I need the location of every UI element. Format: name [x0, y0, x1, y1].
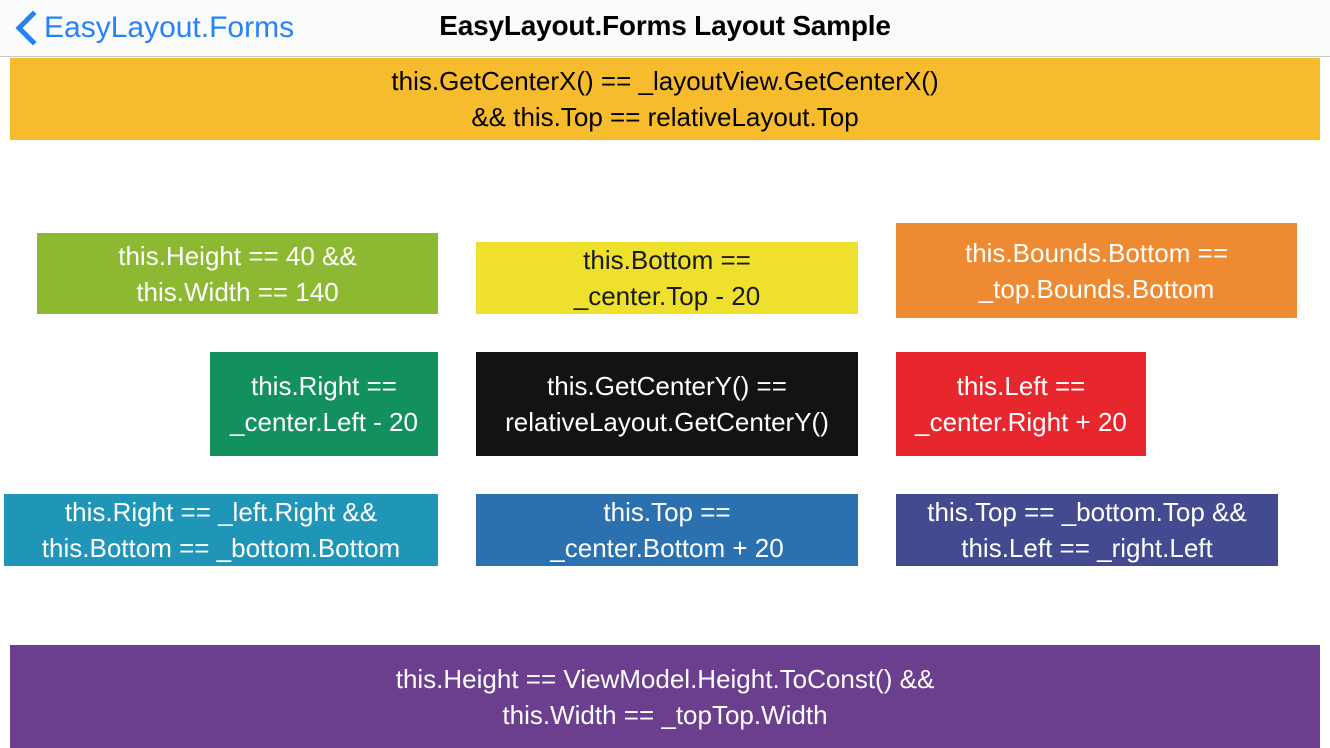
constraint-box-bottom-left: this.Right == _left.Right && this.Bottom…	[4, 494, 438, 566]
constraint-box-bottom-banner: this.Height == ViewModel.Height.ToConst(…	[10, 645, 1320, 748]
constraint-text: this.Right == _left.Right && this.Bottom…	[41, 497, 401, 563]
page-title: EasyLayout.Forms Layout Sample	[439, 10, 891, 41]
constraint-box-bottom-right: this.Top == _bottom.Top && this.Left == …	[896, 494, 1278, 566]
constraint-text: this.Top == _center.Bottom + 20	[550, 497, 784, 563]
constraint-text: this.Height == 40 && this.Width == 140	[118, 240, 357, 307]
constraint-box-middle-center: this.GetCenterY() == relativeLayout.GetC…	[476, 352, 858, 456]
navigation-bar: EasyLayout.Forms EasyLayout.Forms Layout…	[0, 0, 1330, 57]
constraint-text: this.Bottom == _center.Top - 20	[573, 245, 761, 311]
constraint-text: this.GetCenterX() == _layoutView.GetCent…	[391, 66, 939, 132]
constraint-text: this.Top == _bottom.Top && this.Left == …	[927, 497, 1247, 563]
constraint-box-middle-left: this.Right == _center.Left - 20	[210, 352, 438, 456]
constraint-box-top-banner: this.GetCenterX() == _layoutView.GetCent…	[10, 58, 1320, 140]
constraint-box-top-right: this.Bounds.Bottom == _top.Bounds.Bottom	[896, 223, 1297, 318]
constraint-text: this.Bounds.Bottom == _top.Bounds.Bottom	[964, 237, 1229, 304]
constraint-text: this.GetCenterY() == relativeLayout.GetC…	[505, 371, 829, 437]
constraint-box-middle-right: this.Left == _center.Right + 20	[896, 352, 1146, 456]
constraint-text: this.Height == ViewModel.Height.ToConst(…	[395, 663, 935, 730]
constraint-box-top-left: this.Height == 40 && this.Width == 140	[37, 233, 438, 314]
constraint-box-top-center: this.Bottom == _center.Top - 20	[476, 242, 858, 314]
constraint-text: this.Left == _center.Right + 20	[915, 371, 1127, 437]
constraint-box-bottom-center: this.Top == _center.Bottom + 20	[476, 494, 858, 566]
constraint-text: this.Right == _center.Left - 20	[230, 371, 418, 437]
